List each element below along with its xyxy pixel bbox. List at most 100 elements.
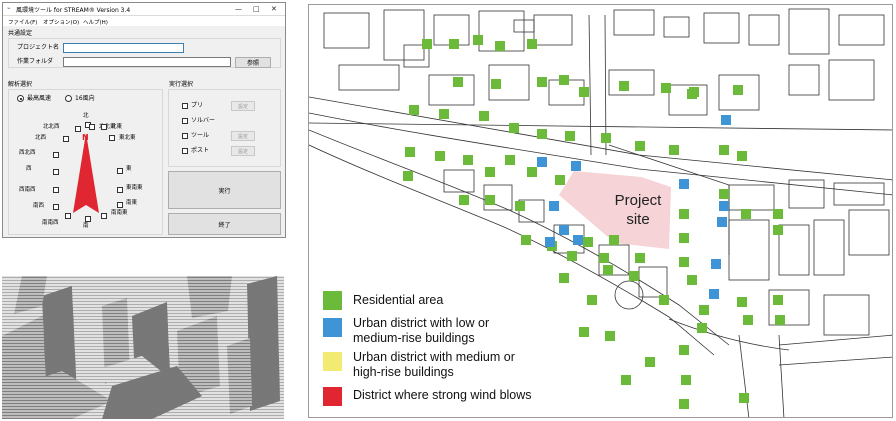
residential-marker xyxy=(555,175,565,185)
close-button[interactable]: ✕ xyxy=(271,4,277,14)
direction-checkbox-12[interactable] xyxy=(53,169,59,175)
direction-checkbox-10[interactable] xyxy=(53,204,59,210)
residential-marker xyxy=(697,323,707,333)
direction-checkbox-6[interactable] xyxy=(117,202,123,208)
direction-label-8: 南 xyxy=(83,223,89,229)
direction-label-14: 北西 xyxy=(35,135,47,141)
radio-max-wind[interactable] xyxy=(17,95,24,102)
exit-button[interactable]: 終了 xyxy=(168,213,281,235)
residential-marker xyxy=(537,129,547,139)
direction-checkbox-15[interactable] xyxy=(75,126,81,132)
residential-marker xyxy=(719,145,729,155)
analysis-header: 解析選択 xyxy=(8,81,33,88)
direction-label-9: 南南西 xyxy=(42,220,59,226)
direction-checkbox-1[interactable] xyxy=(89,124,95,130)
residential-marker xyxy=(739,393,749,403)
urban-low-marker xyxy=(717,217,727,227)
legend-label-residential: Residential area xyxy=(353,293,444,307)
pre-checkbox[interactable] xyxy=(182,103,188,109)
tool-checkbox[interactable] xyxy=(182,133,188,139)
north-marker: N xyxy=(82,133,89,142)
project-name-input[interactable] xyxy=(63,43,184,53)
residential-marker xyxy=(599,253,609,263)
residential-marker xyxy=(669,145,679,155)
residential-marker xyxy=(603,265,613,275)
residential-marker xyxy=(463,155,473,165)
residential-marker xyxy=(681,375,691,385)
city-3d-render xyxy=(2,276,284,419)
urban-low-marker xyxy=(549,201,559,211)
tool-label: ツール xyxy=(191,132,210,139)
urban-low-marker xyxy=(719,201,729,211)
direction-checkbox-13[interactable] xyxy=(53,152,59,158)
direction-checkbox-14[interactable] xyxy=(63,136,69,142)
menu-file[interactable]: ファイル(F) xyxy=(8,18,37,26)
residential-marker xyxy=(565,131,575,141)
direction-checkbox-3[interactable] xyxy=(109,135,115,141)
direction-label-15: 北北西 xyxy=(43,124,60,130)
post-settings-button[interactable]: 設定 xyxy=(231,146,255,156)
legend-label-urban-low: Urban district with low or medium-rise b… xyxy=(353,316,490,345)
urban-low-marker xyxy=(679,179,689,189)
direction-label-5: 東南東 xyxy=(126,185,143,191)
residential-marker xyxy=(422,39,432,49)
residential-marker xyxy=(559,75,569,85)
urban-low-marker xyxy=(573,235,583,245)
urban-low-marker xyxy=(721,115,731,125)
menu-help[interactable]: ヘルプ(H) xyxy=(83,18,108,26)
residential-marker xyxy=(409,105,419,115)
residential-marker xyxy=(635,253,645,263)
residential-marker xyxy=(741,209,751,219)
legend-label-strong-wind: District where strong wind blows xyxy=(353,388,532,402)
direction-checkbox-7[interactable] xyxy=(101,213,107,219)
residential-marker xyxy=(679,257,689,267)
direction-checkbox-4[interactable] xyxy=(117,168,123,174)
run-button[interactable]: 実行 xyxy=(168,171,281,209)
direction-checkbox-2[interactable] xyxy=(101,124,107,130)
direction-label-13: 西北西 xyxy=(19,150,36,156)
residential-marker xyxy=(773,225,783,235)
direction-checkbox-8[interactable] xyxy=(85,216,91,222)
urban-low-marker xyxy=(709,289,719,299)
urban-low-marker xyxy=(537,157,547,167)
residential-marker xyxy=(679,233,689,243)
maximize-button[interactable]: □ xyxy=(253,4,260,14)
residential-marker xyxy=(773,209,783,219)
direction-checkbox-5[interactable] xyxy=(117,187,123,193)
tool-settings-button[interactable]: 設定 xyxy=(231,131,255,141)
post-checkbox[interactable] xyxy=(182,148,188,154)
browse-button[interactable]: 参照 xyxy=(235,57,271,68)
residential-marker xyxy=(567,251,577,261)
solver-label: ソルバー xyxy=(191,117,216,124)
legend-swatch-urban-low xyxy=(323,318,342,337)
residential-marker xyxy=(405,147,415,157)
direction-label-11: 西南西 xyxy=(19,187,36,193)
residential-marker xyxy=(527,39,537,49)
menu-options[interactable]: オプション(O) xyxy=(43,18,79,26)
pre-settings-button[interactable]: 設定 xyxy=(231,101,255,111)
direction-checkbox-9[interactable] xyxy=(65,213,71,219)
residential-marker xyxy=(515,201,525,211)
app-icon: ⌁ xyxy=(7,5,11,12)
residential-marker xyxy=(495,41,505,51)
execution-group xyxy=(168,89,281,167)
residential-marker xyxy=(505,155,515,165)
title-bar: ⌁ 風環境ツール for STREAM® Version 3.4 — □ ✕ xyxy=(3,3,285,16)
residential-marker xyxy=(619,81,629,91)
residential-marker xyxy=(609,235,619,245)
urban-low-marker xyxy=(559,225,569,235)
solver-checkbox[interactable] xyxy=(182,118,188,124)
direction-label-2: 北東 xyxy=(111,124,123,130)
residential-marker xyxy=(645,357,655,367)
direction-checkbox-11[interactable] xyxy=(53,187,59,193)
project-name-label: プロジェクト名 xyxy=(17,44,60,51)
residential-marker xyxy=(509,123,519,133)
work-folder-input[interactable] xyxy=(63,57,231,67)
residential-marker xyxy=(661,83,671,93)
residential-marker xyxy=(579,87,589,97)
radio-16-direction[interactable] xyxy=(65,95,72,102)
residential-marker xyxy=(559,273,569,283)
direction-label-7: 南南東 xyxy=(111,210,128,216)
minimize-button[interactable]: — xyxy=(235,4,242,14)
residential-marker xyxy=(737,151,747,161)
